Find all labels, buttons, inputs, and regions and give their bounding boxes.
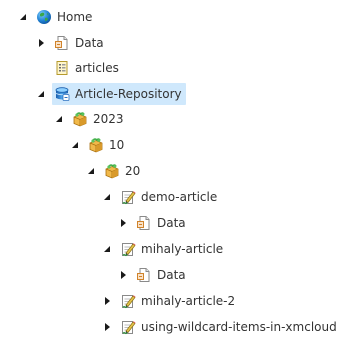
tree-node-home[interactable]: Home [18, 6, 92, 28]
tree-node-label: Article-Repository [75, 87, 182, 101]
tree-node-label: Data [75, 36, 104, 50]
collapse-toggle[interactable] [70, 140, 80, 150]
tree-node-article-repository[interactable]: Article-Repository [36, 83, 186, 105]
tree-node-data[interactable]: Data [118, 212, 186, 234]
selection-highlight[interactable]: Article-Repository [52, 83, 186, 105]
tree-node-label: Data [157, 216, 186, 230]
template-page-icon [136, 215, 152, 231]
tree-node-label: 10 [109, 138, 125, 152]
folder-box-icon [104, 163, 120, 179]
tree-node-mihaly-article-2[interactable]: mihaly-article-2 [102, 290, 235, 312]
folder-box-icon [88, 137, 104, 153]
expand-toggle[interactable] [118, 270, 128, 280]
collapse-toggle[interactable] [102, 244, 112, 254]
tree-node-label: demo-article [141, 190, 218, 204]
template-page-icon [54, 35, 70, 51]
tree-node-label: Data [157, 268, 186, 282]
tree-node-label: 2023 [93, 112, 124, 126]
article-edit-icon [120, 319, 136, 335]
tree-node-data[interactable]: Data [118, 264, 186, 286]
database-icon [54, 86, 70, 102]
tree-node-articles[interactable]: articles [54, 57, 119, 79]
collapse-toggle[interactable] [36, 89, 46, 99]
content-tree: Home Data articles Article-Repository 20… [0, 0, 363, 347]
tree-node-label: articles [75, 61, 119, 75]
article-edit-icon [120, 293, 136, 309]
tree-node-data[interactable]: Data [36, 32, 104, 54]
expand-toggle[interactable] [102, 322, 112, 332]
template-page-icon [136, 267, 152, 283]
tree-node-mihaly-article[interactable]: mihaly-article [102, 238, 223, 260]
tree-node-demo-article[interactable]: demo-article [102, 186, 217, 208]
article-edit-icon [120, 189, 136, 205]
collapse-toggle[interactable] [102, 192, 112, 202]
tree-node-10[interactable]: 10 [70, 134, 124, 156]
tree-node-label: mihaly-article-2 [141, 294, 236, 308]
document-list-icon [54, 60, 70, 76]
expand-toggle[interactable] [36, 38, 46, 48]
tree-node-label: Home [57, 10, 93, 24]
tree-node-label: 20 [125, 164, 141, 178]
tree-node-label: mihaly-article [141, 242, 224, 256]
folder-box-icon [72, 111, 88, 127]
collapse-toggle[interactable] [86, 166, 96, 176]
collapse-toggle[interactable] [54, 114, 64, 124]
expand-toggle[interactable] [118, 218, 128, 228]
tree-node-label: using-wildcard-items-in-xmcloud [141, 320, 337, 334]
tree-node-20[interactable]: 20 [86, 160, 140, 182]
globe-icon [36, 9, 52, 25]
expand-toggle[interactable] [102, 296, 112, 306]
collapse-toggle[interactable] [18, 12, 28, 22]
tree-node-2023[interactable]: 2023 [54, 108, 124, 130]
tree-node-using-wildcard-items-in-xmcloud[interactable]: using-wildcard-items-in-xmcloud [102, 316, 337, 338]
article-edit-icon [120, 241, 136, 257]
